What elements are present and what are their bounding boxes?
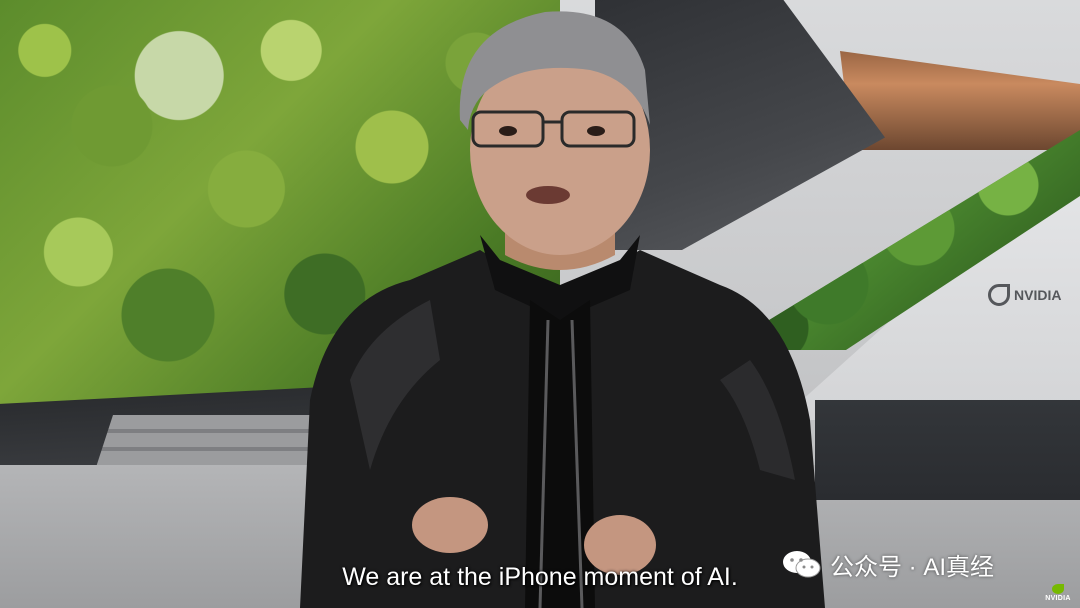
- dark-bench: [815, 400, 1080, 500]
- nvidia-eye-icon: [988, 284, 1010, 306]
- wall-logo: NVIDIA: [988, 278, 1062, 312]
- video-frame: NVIDIA We are at the iPhone moment of AI…: [0, 0, 1080, 608]
- nvidia-logo-icon: [1052, 584, 1064, 594]
- wall-logo-text: NVIDIA: [1014, 287, 1062, 303]
- watermark-text: 公众号 · AI真经: [830, 553, 995, 581]
- speaker-figure: [300, 11, 825, 608]
- corner-logo-text: NVIDIA: [1045, 595, 1071, 602]
- corner-logo: NVIDIA: [1040, 584, 1076, 606]
- speaker: [290, 0, 830, 608]
- wechat-icon: [783, 551, 821, 578]
- watermark: 公众号 · AI真经: [782, 547, 994, 581]
